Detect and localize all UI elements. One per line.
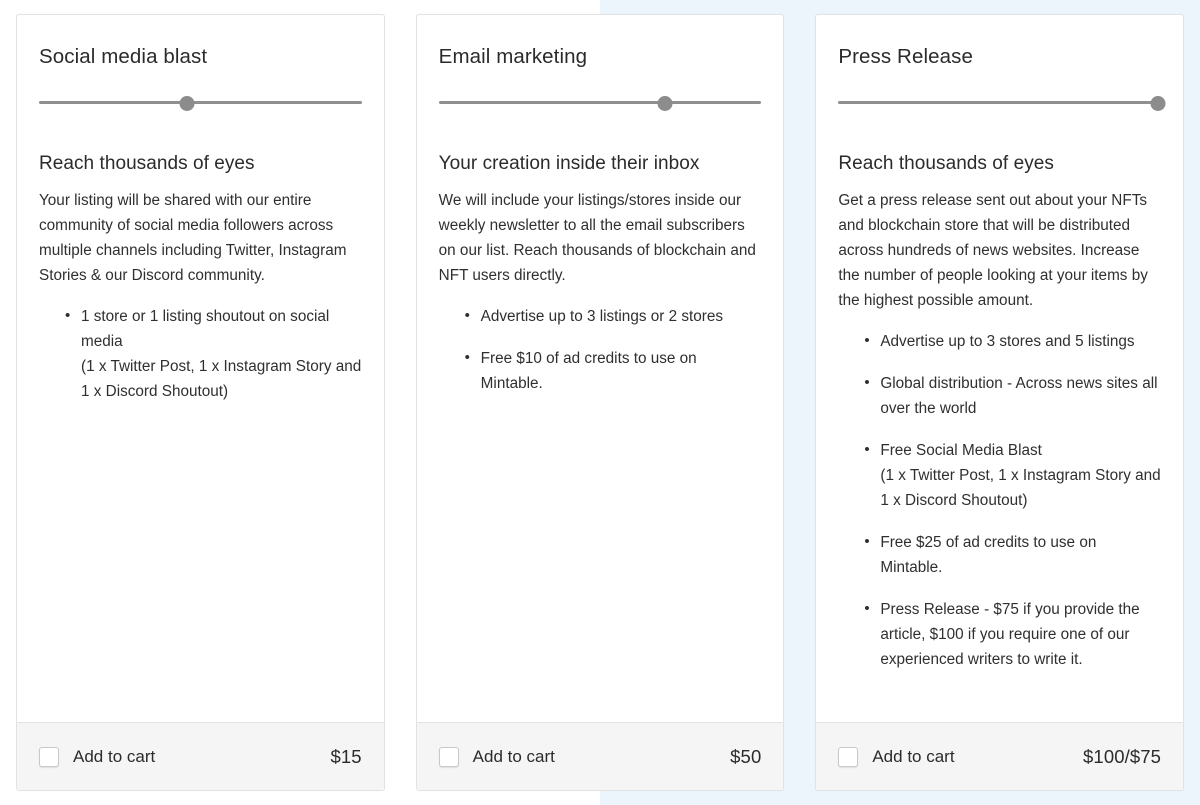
card-body: Social media blast Reach thousands of ey… — [17, 15, 384, 722]
add-to-cart-checkbox[interactable] — [39, 746, 59, 767]
card-description: Get a press release sent out about your … — [838, 192, 1148, 310]
feature-list-item: 1 store or 1 listing shoutout on social … — [65, 303, 362, 404]
card-description: We will include your listings/stores ins… — [438, 192, 756, 285]
feature-list-item: Advertise up to 3 stores and 5 listings — [864, 328, 1161, 354]
card-title: Email marketing — [438, 45, 588, 68]
pricing-card-list: Social media blast Reach thousands of ey… — [0, 0, 1200, 805]
card-title: Press Release — [838, 45, 973, 68]
card-body: Email marketing Your creation inside the… — [417, 15, 784, 722]
pricing-card-press-release: Press Release Reach thousands of eyes Ge… — [815, 14, 1185, 791]
add-to-cart-checkbox[interactable] — [438, 746, 459, 767]
quantity-slider[interactable] — [438, 94, 762, 112]
card-footer: Add to cart $50 — [416, 722, 784, 790]
price-label: $50 — [730, 745, 762, 767]
feature-list-item: Global distribution - Across news sites … — [864, 370, 1161, 421]
slider-thumb[interactable] — [1150, 95, 1166, 111]
feature-list: Advertise up to 3 listings or 2 stores Fr… — [439, 303, 762, 396]
feature-list-item: Free $25 of ad credits to use on Mintabl… — [864, 529, 1161, 580]
pricing-card-social-media-blast: Social media blast Reach thousands of ey… — [16, 14, 385, 791]
card-subheading: Reach thousands of eyes — [39, 152, 255, 174]
slider-track[interactable] — [838, 101, 1162, 105]
price-label: $15 — [330, 745, 362, 767]
slider-track[interactable] — [438, 101, 762, 105]
card-description: Your listing will be shared with our ent… — [39, 192, 347, 285]
quantity-slider[interactable] — [838, 94, 1166, 112]
slider-thumb[interactable] — [179, 95, 195, 111]
slider-track[interactable] — [39, 101, 362, 105]
pricing-card-email-marketing: Email marketing Your creation inside the… — [415, 14, 785, 791]
pricing-cards-page: Social media blast Reach thousands of ey… — [0, 0, 1200, 805]
card-title: Social media blast — [39, 45, 208, 68]
add-to-cart-checkbox[interactable] — [838, 746, 859, 767]
slider-thumb[interactable] — [657, 95, 673, 111]
add-to-cart-label[interactable]: Add to cart — [872, 747, 954, 767]
card-footer: Add to cart $15 — [17, 722, 384, 790]
card-footer: Add to cart $100/$75 — [816, 722, 1184, 790]
feature-list: Advertise up to 3 stores and 5 listings G… — [838, 328, 1161, 672]
add-to-cart-label[interactable]: Add to cart — [73, 747, 155, 767]
price-label: $100/$75 — [1083, 745, 1162, 767]
card-body: Press Release Reach thousands of eyes Ge… — [816, 15, 1183, 722]
feature-list-item: Free $10 of ad credits to use on Mintabl… — [465, 345, 762, 396]
feature-list-item: Press Release - $75 if you provide the a… — [864, 596, 1161, 672]
feature-list: 1 store or 1 listing shoutout on social … — [39, 303, 362, 404]
feature-list-item: Advertise up to 3 listings or 2 stores — [465, 303, 762, 329]
card-subheading: Reach thousands of eyes — [838, 152, 1054, 174]
quantity-slider[interactable] — [39, 94, 362, 112]
add-to-cart-label[interactable]: Add to cart — [473, 747, 555, 767]
card-subheading: Your creation inside their inbox — [438, 152, 700, 174]
feature-list-item: Free Social Media Blast(1 x Twitter Post… — [864, 437, 1161, 513]
